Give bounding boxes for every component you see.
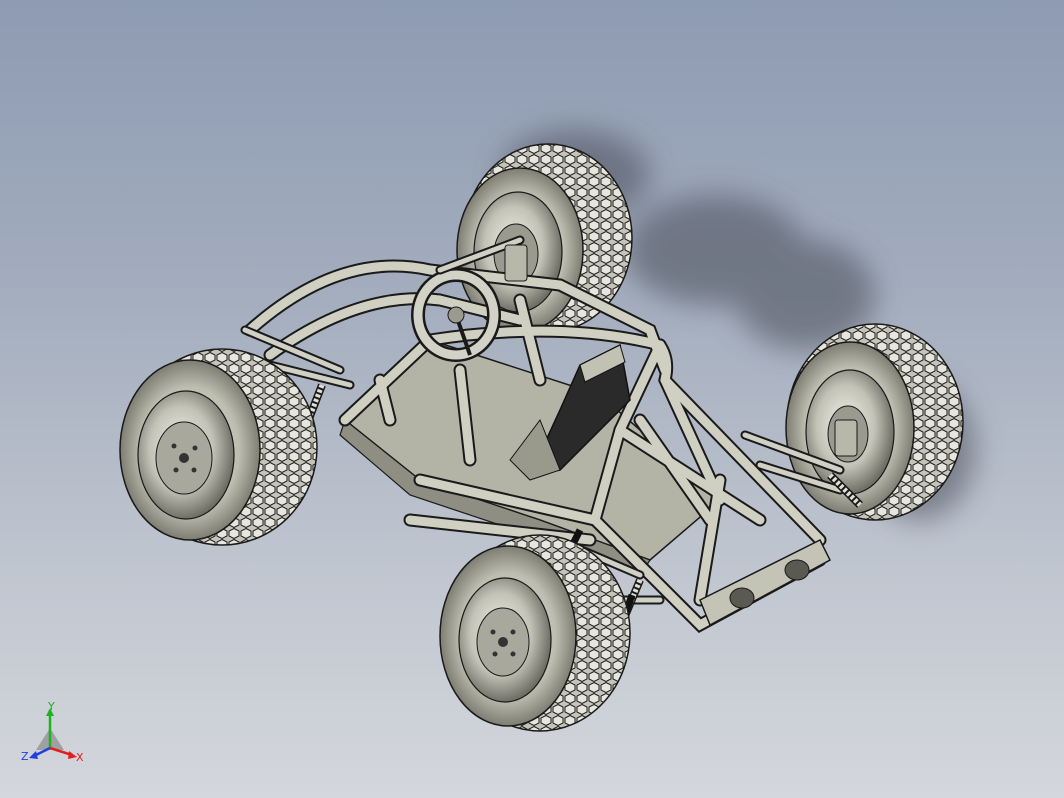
buggy-chassis-model[interactable]: [0, 0, 1064, 798]
wheel-front-right[interactable]: [439, 534, 631, 732]
z-axis-label: Z: [21, 750, 29, 763]
wheel-front-left[interactable]: [119, 348, 318, 546]
graphics-viewport[interactable]: Y X Z: [0, 0, 1064, 798]
wheel-rear-right[interactable]: [785, 323, 964, 521]
rear-crossmember[interactable]: [699, 538, 831, 627]
y-axis-label: Y: [47, 700, 55, 713]
view-orientation-triad[interactable]: Y X Z: [18, 700, 88, 770]
triad-graphic: Y X Z: [21, 700, 84, 764]
x-axis-label: X: [76, 751, 84, 764]
